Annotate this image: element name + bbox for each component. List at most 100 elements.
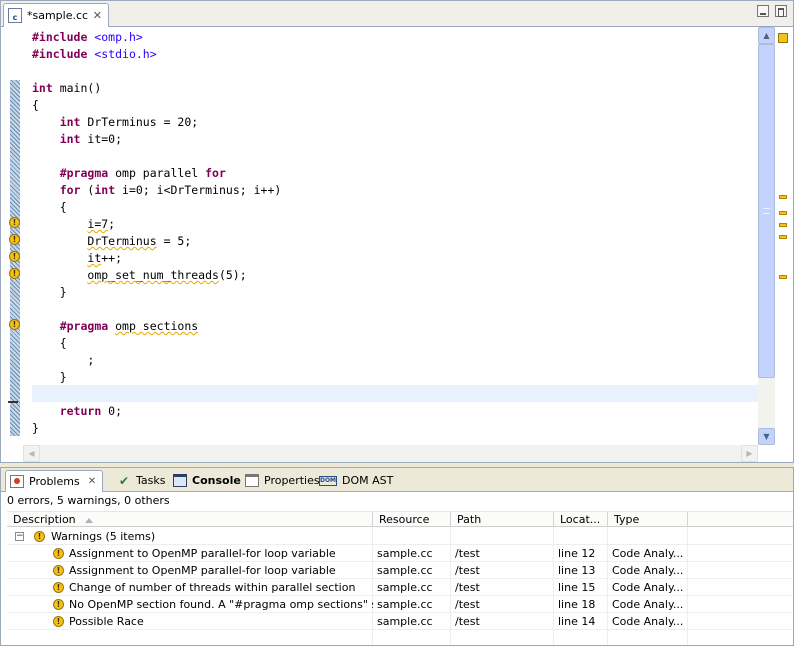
close-icon[interactable]: ✕ [93, 9, 102, 22]
current-line-highlight [32, 385, 758, 402]
cell-description: Assignment to OpenMP parallel-for loop v… [69, 547, 336, 560]
problems-summary: 0 errors, 5 warnings, 0 others [7, 494, 170, 507]
sort-ascending-icon [84, 517, 93, 523]
cell-location: line 14 [558, 615, 596, 628]
table-row[interactable]: ! Assignment to OpenMP parallel-for loop … [7, 545, 793, 562]
cell-type: Code Analy... [612, 598, 684, 611]
code-line[interactable]: return 0; [32, 403, 122, 420]
cell-resource: sample.cc [377, 598, 433, 611]
code-line[interactable]: } [32, 369, 67, 386]
group-row-warnings[interactable]: − ! Warnings (5 items) [7, 528, 793, 545]
collapse-icon[interactable]: − [15, 532, 24, 541]
close-icon[interactable]: ✕ [88, 476, 96, 487]
tab-tasks[interactable]: ✔ Tasks [113, 470, 166, 491]
tab-problems[interactable]: Problems ✕ [5, 470, 103, 492]
overview-warning-mark[interactable] [779, 275, 787, 279]
cell-path: /test [455, 564, 480, 577]
cell-location: line 13 [558, 564, 596, 577]
code-line[interactable]: int DrTerminus = 20; [32, 114, 198, 131]
minimize-button[interactable] [757, 5, 769, 17]
column-header-path[interactable]: Path [451, 512, 554, 528]
column-header-description[interactable]: Description [7, 512, 373, 528]
cell-location: line 15 [558, 581, 596, 594]
warning-icon[interactable]: ! [9, 217, 20, 228]
editor-tab-sample-cc[interactable]: c *sample.cc ✕ [3, 3, 109, 27]
vertical-scrollbar[interactable]: ▲ ▼ [758, 27, 775, 445]
panel-tab-bar: Problems ✕ ✔ Tasks Console Properties DO… [1, 468, 793, 492]
column-header-location[interactable]: Locat... [554, 512, 608, 528]
code-line[interactable]: } [32, 420, 39, 437]
code-line[interactable]: #include <omp.h> [32, 29, 143, 46]
scroll-thumb[interactable] [758, 44, 775, 378]
cell-path: /test [455, 581, 480, 594]
overview-warning-mark[interactable] [779, 223, 787, 227]
maximize-button[interactable] [775, 5, 787, 17]
warning-icon[interactable]: ! [9, 234, 20, 245]
editor-tab-bar: c *sample.cc ✕ [1, 1, 793, 27]
cell-path: /test [455, 615, 480, 628]
code-line[interactable]: { [32, 335, 67, 352]
warning-icon[interactable]: ! [9, 268, 20, 279]
scroll-left-button[interactable]: ◀ [23, 445, 40, 462]
code-line[interactable]: int main() [32, 80, 101, 97]
caret-marker [8, 401, 18, 403]
cell-description: No OpenMP section found. A "#pragma omp … [69, 598, 373, 611]
table-row[interactable]: ! Change of number of threads within para… [7, 579, 793, 596]
scroll-right-button[interactable]: ▶ [741, 445, 758, 462]
code-line[interactable]: { [32, 199, 67, 216]
table-row[interactable]: ! Possible Race sample.cc/test line 14 Code … [7, 613, 793, 630]
horizontal-scrollbar[interactable]: ◀ ▶ [23, 445, 758, 462]
console-icon [173, 474, 187, 487]
cell-description: Change of number of threads within paral… [69, 581, 356, 594]
cell-description: Possible Race [69, 615, 144, 628]
cell-type: Code Analy... [612, 581, 684, 594]
dom-ast-icon: DOM [319, 475, 337, 486]
tab-label: Problems [29, 475, 80, 488]
cell-path: /test [455, 547, 480, 560]
scroll-up-button[interactable]: ▲ [758, 27, 775, 44]
tab-properties[interactable]: Properties [241, 470, 320, 491]
editor-tab-label: *sample.cc [27, 9, 89, 22]
cell-location: line 12 [558, 547, 596, 560]
column-header-resource[interactable]: Resource [373, 512, 451, 528]
overview-ruler[interactable] [776, 27, 793, 445]
code-editor: c *sample.cc ✕ ! ! ! ! ! #include <omp.h… [0, 0, 794, 463]
problems-table[interactable]: Description Resource Path Locat... Type … [7, 511, 793, 645]
problems-panel: Problems ✕ ✔ Tasks Console Properties DO… [0, 467, 794, 646]
code-line[interactable]: { [32, 97, 39, 114]
tab-dom-ast[interactable]: DOM DOM AST [315, 470, 393, 491]
warning-icon[interactable]: ! [9, 251, 20, 262]
code-line[interactable]: DrTerminus = 5; [32, 233, 191, 250]
vertical-ruler[interactable]: ! ! ! ! ! [8, 27, 21, 445]
cell-location: line 18 [558, 598, 596, 611]
tab-console[interactable]: Console [169, 470, 241, 491]
code-line[interactable]: i=7; [32, 216, 115, 233]
overview-warning-mark[interactable] [779, 195, 787, 199]
cell-type: Code Analy... [612, 615, 684, 628]
code-area[interactable]: #include <omp.h> #include <stdio.h> int ma… [23, 27, 758, 445]
overview-warning-mark[interactable] [779, 211, 787, 215]
cell-path: /test [455, 598, 480, 611]
code-line[interactable]: omp_set_num_threads(5); [32, 267, 246, 284]
scroll-down-button[interactable]: ▼ [758, 428, 775, 445]
cell-resource: sample.cc [377, 581, 433, 594]
cell-description: Assignment to OpenMP parallel-for loop v… [69, 564, 336, 577]
cell-type: Code Analy... [612, 547, 684, 560]
warning-icon[interactable]: ! [9, 319, 20, 330]
warning-summary-icon[interactable] [778, 33, 788, 43]
code-line[interactable]: #include <stdio.h> [32, 46, 157, 63]
code-line[interactable]: ; [32, 352, 94, 369]
tab-label: DOM AST [342, 474, 394, 487]
code-line[interactable]: } [32, 284, 67, 301]
code-line[interactable]: int it=0; [32, 131, 122, 148]
column-header-type[interactable]: Type [608, 512, 688, 528]
code-line[interactable]: #pragma omp sections [32, 318, 199, 335]
tab-label: Console [192, 474, 241, 487]
group-label: Warnings (5 items) [51, 530, 156, 543]
table-row[interactable]: ! No OpenMP section found. A "#pragma omp… [7, 596, 793, 613]
overview-warning-mark[interactable] [779, 235, 787, 239]
code-line[interactable]: for (int i=0; i<DrTerminus; i++) [32, 182, 282, 199]
code-line[interactable]: it++; [32, 250, 122, 267]
table-row[interactable]: ! Assignment to OpenMP parallel-for loop … [7, 562, 793, 579]
code-line[interactable]: #pragma omp parallel for [32, 165, 226, 182]
